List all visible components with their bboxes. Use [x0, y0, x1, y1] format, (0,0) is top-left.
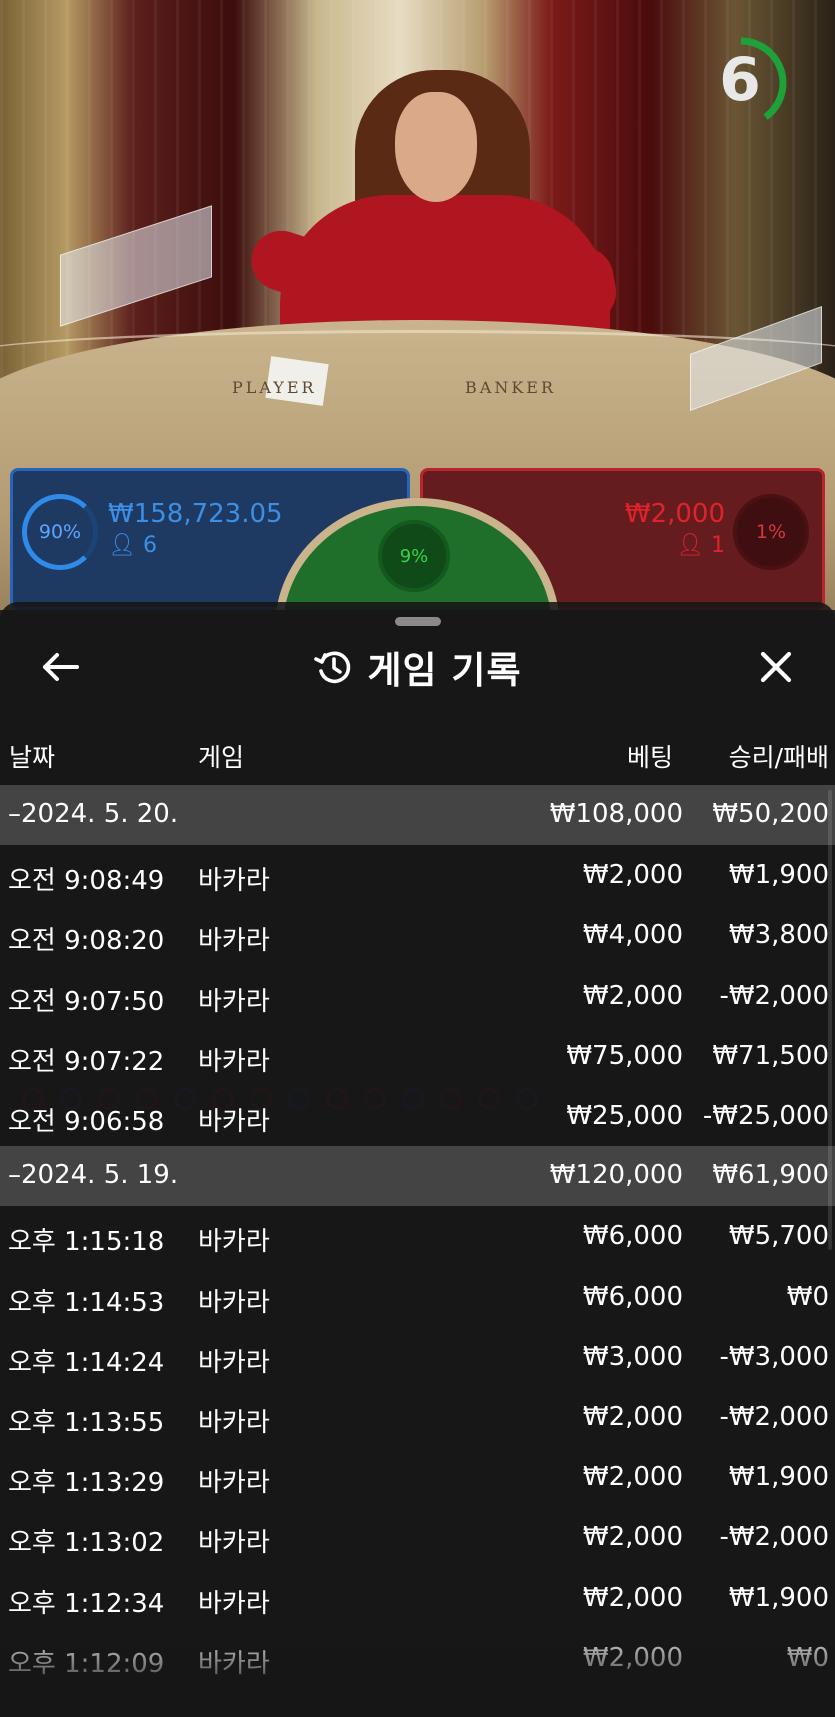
row-result: -₩3,000	[719, 1341, 829, 1372]
close-button[interactable]	[752, 643, 800, 691]
row-bet: ₩6,000	[582, 1281, 683, 1312]
row-time: 오후 1:13:29	[8, 1468, 165, 1499]
row-game: 바카라	[198, 1408, 270, 1438]
dealer-face	[395, 92, 477, 202]
row-game: 바카라	[198, 1287, 270, 1318]
banker-total-amount: ₩2,000	[624, 499, 725, 529]
date-group-result-total: ₩61,900	[712, 1160, 829, 1191]
row-game: 바카라	[198, 1588, 270, 1619]
row-time: 오전 9:07:22	[8, 1046, 165, 1077]
back-button[interactable]	[36, 643, 84, 691]
row-game: 바카라	[198, 1107, 270, 1137]
row-time: 오후 1:13:02	[8, 1528, 165, 1559]
table-player-text: PLAYER	[232, 378, 317, 397]
column-header-result: 승리/패배	[728, 743, 829, 772]
row-result: ₩1,900	[728, 860, 829, 891]
row-time: 오후 1:14:53	[8, 1287, 165, 1318]
row-result: ₩71,500	[712, 1040, 829, 1071]
row-bet: ₩25,000	[566, 1101, 683, 1131]
row-bet: ₩75,000	[566, 1040, 683, 1071]
row-bet: ₩2,000	[582, 1582, 683, 1613]
column-header-game: 게임	[198, 743, 245, 772]
sheet-drag-handle[interactable]	[395, 617, 441, 626]
tie-percent: 9%	[399, 545, 429, 567]
player-count-value: 6	[142, 533, 157, 558]
date-group-result-total: ₩50,200	[712, 799, 829, 829]
date-group-bet-total: ₩108,000	[549, 799, 683, 829]
row-time: 오후 1:14:24	[8, 1347, 165, 1378]
banker-bet-info: ₩2,000 👤︎ 1	[625, 498, 725, 562]
row-result: -₩2,000	[719, 1402, 829, 1432]
row-game: 바카라	[198, 926, 270, 957]
row-time: 오전 9:08:20	[8, 926, 165, 957]
row-game: 바카라	[198, 1468, 270, 1499]
player-count: 👤︎ 6	[108, 530, 283, 562]
row-game: 바카라	[198, 866, 270, 897]
row-result: -₩25,000	[702, 1101, 829, 1131]
banker-count-value: 1	[711, 533, 725, 558]
row-result: -₩2,000	[719, 980, 829, 1011]
row-bet: ₩2,000	[582, 1462, 683, 1493]
date-group-label: –2024. 5. 19.	[8, 1160, 179, 1191]
row-bet: ₩2,000	[582, 1522, 683, 1553]
row-result: ₩3,800	[728, 920, 829, 951]
row-time: 오후 1:12:34	[8, 1588, 165, 1619]
tie-percent-ring: 9%	[378, 520, 450, 592]
arrow-left-icon	[43, 653, 79, 681]
row-bet: ₩6,000	[582, 1221, 683, 1252]
date-group-label: –2024. 5. 20.	[8, 799, 179, 829]
row-result: ₩0	[786, 1281, 829, 1312]
row-time: 오전 9:06:58	[8, 1107, 165, 1137]
row-game: 바카라	[198, 1227, 270, 1258]
list-bottom-fade	[0, 1620, 835, 1717]
row-bet: ₩3,000	[582, 1341, 683, 1372]
close-x-icon	[760, 651, 792, 683]
row-game: 바카라	[198, 1347, 270, 1378]
user-icon: 👤︎	[676, 533, 704, 558]
row-time: 오전 9:08:49	[8, 866, 165, 897]
row-time: 오후 1:13:55	[8, 1408, 165, 1438]
banker-percent: 1%	[755, 521, 787, 543]
row-bet: ₩2,000	[582, 860, 683, 891]
banker-percent-ring: 1%	[733, 494, 809, 570]
column-header-date: 날짜	[9, 743, 56, 772]
row-result: ₩1,900	[728, 1462, 829, 1493]
countdown-number: 6	[719, 45, 761, 115]
row-result: -₩2,000	[719, 1522, 829, 1553]
column-header-bet: 베팅	[626, 743, 673, 772]
player-percent-ring: 90%	[22, 494, 98, 570]
player-bet-info: ₩158,723.05 👤︎ 6	[108, 498, 283, 562]
countdown-timer: 6	[695, 30, 806, 136]
row-time: 오후 1:15:18	[8, 1227, 165, 1258]
row-result: ₩1,900	[728, 1582, 829, 1613]
scrollbar[interactable]	[828, 790, 832, 1250]
user-icon: 👤︎	[108, 533, 136, 558]
player-percent: 90%	[38, 521, 82, 543]
row-game: 바카라	[198, 1046, 270, 1077]
table-banker-text: BANKER	[465, 378, 556, 397]
date-group-bet-total: ₩120,000	[549, 1160, 683, 1191]
banker-count: 👤︎ 1	[625, 530, 725, 562]
row-game: 바카라	[198, 986, 270, 1017]
row-game: 바카라	[198, 1528, 270, 1559]
row-bet: ₩2,000	[582, 980, 683, 1011]
row-result: ₩5,700	[728, 1221, 829, 1252]
row-bet: ₩4,000	[582, 920, 683, 951]
row-bet: ₩2,000	[582, 1402, 683, 1432]
row-time: 오전 9:07:50	[8, 986, 165, 1017]
player-total-amount: ₩158,723.05	[108, 499, 283, 529]
